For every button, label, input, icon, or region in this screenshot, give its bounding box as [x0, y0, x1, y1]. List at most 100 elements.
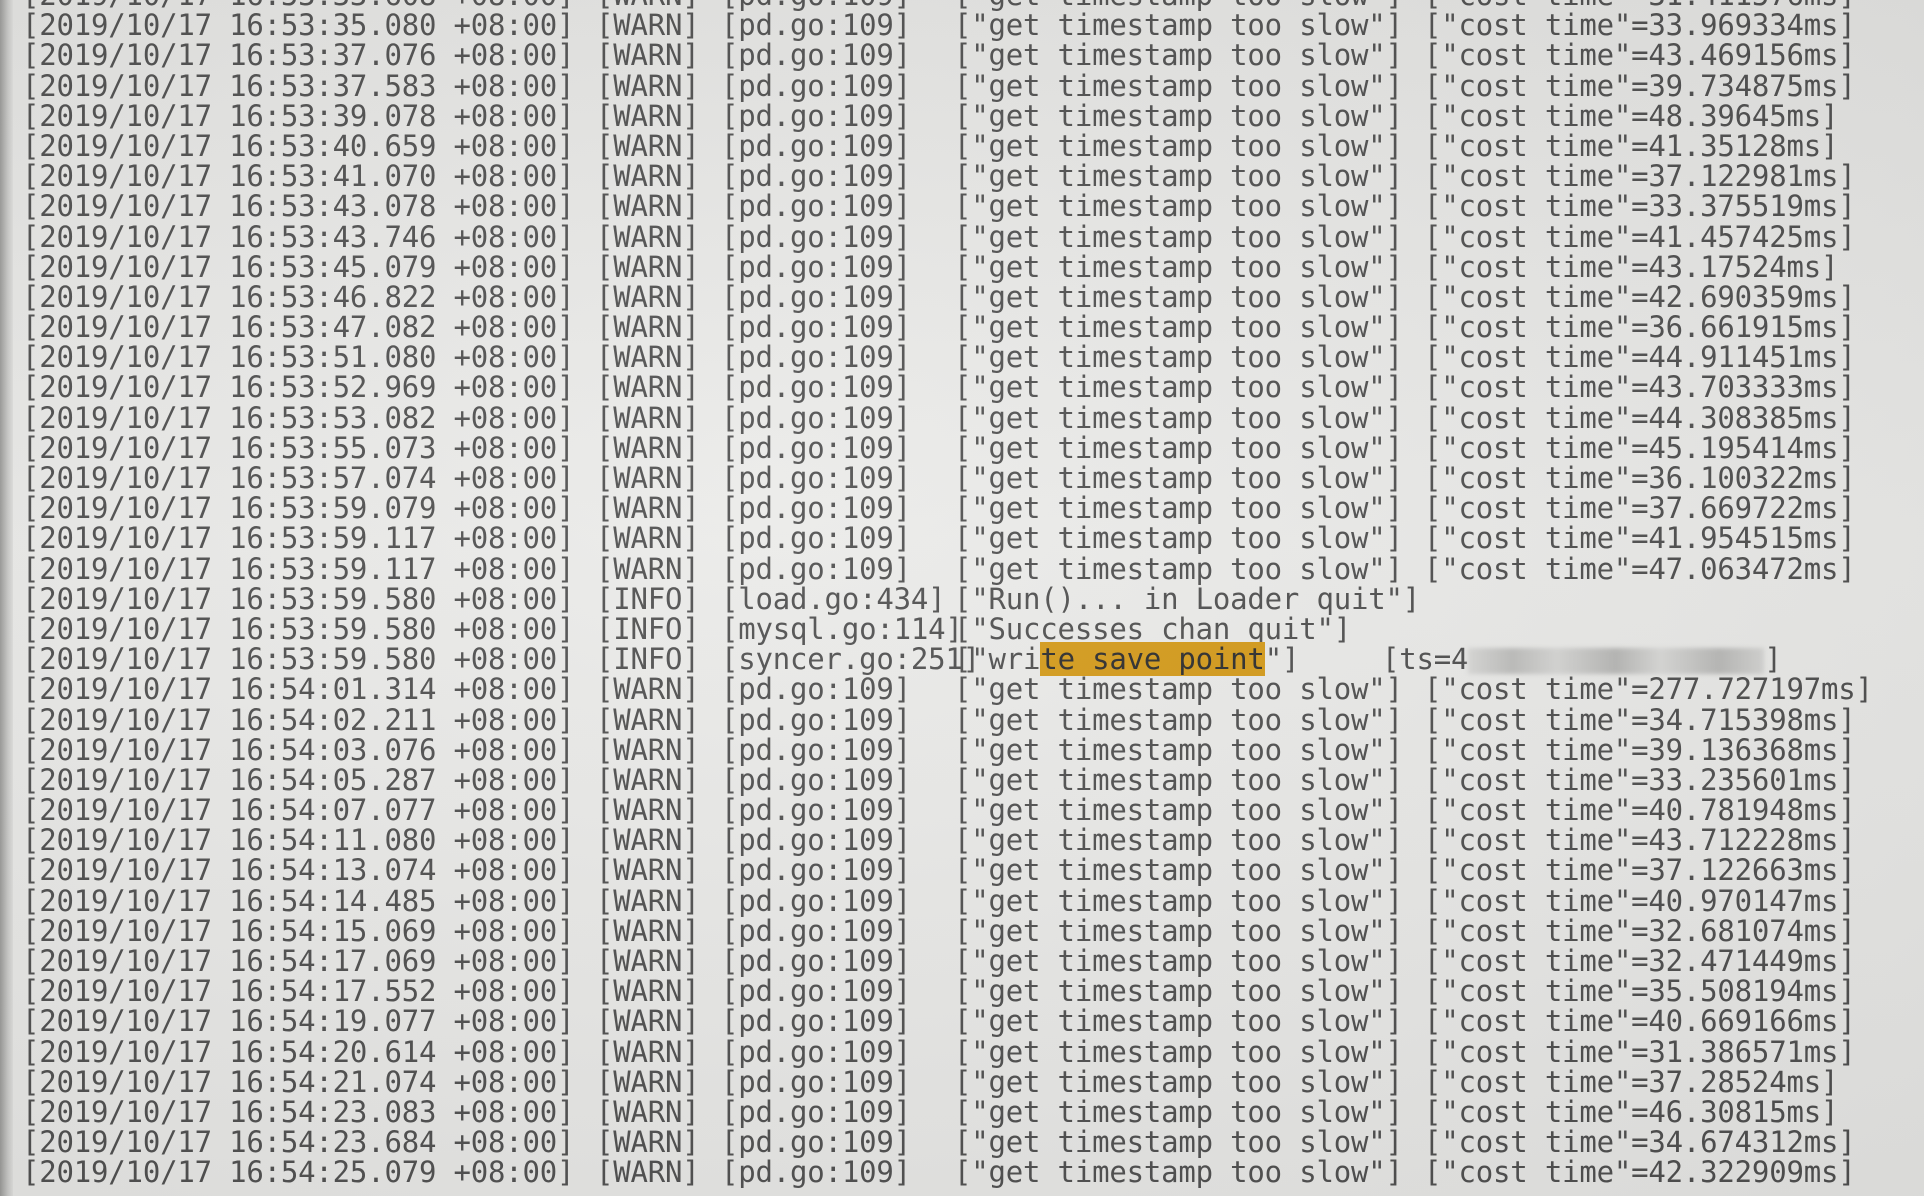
log-source: [pd.go:109] — [721, 1155, 911, 1190]
log-source: [pd.go:109] — [721, 974, 911, 1009]
log-line: [2019/10/17 16:54:03.076 +08:00] [WARN] [p… — [22, 732, 1922, 767]
log-line: [2019/10/17 16:53:41.070 +08:00] [WARN] [p… — [22, 161, 1922, 191]
log-source: [pd.go:109] — [721, 1125, 911, 1160]
log-source: [pd.go:109] — [721, 853, 911, 888]
log-source: [load.go:434] — [721, 581, 946, 616]
log-line: [2019/10/17 16:54:21.074 +08:00] [WARN] [p… — [22, 1067, 1922, 1097]
log-timestamp: [2019/10/17 16:53:45.079 +08:00] — [22, 249, 575, 284]
log-field: ["cost time"=46.30815ms] — [1424, 1094, 1839, 1129]
log-message: ["get timestamp too slow"] — [954, 672, 1403, 707]
log-field: ["cost time"=42.690359ms] — [1424, 279, 1856, 314]
log-source: [pd.go:109] — [721, 1064, 911, 1099]
log-level: [WARN] — [596, 702, 700, 737]
log-field: ["cost time"=36.100322ms] — [1424, 461, 1856, 495]
log-field: ["cost time"=32.681074ms] — [1424, 913, 1856, 948]
log-field: ["cost time"=41.35128ms] — [1424, 128, 1839, 163]
log-view[interactable]: [2019/10/17 16:53:33.608 +08:00][WARN][p… — [22, 0, 1922, 1188]
log-level: [WARN] — [596, 823, 700, 858]
log-line: [2019/10/17 16:53:43.746 +08:00] [WARN] [p… — [22, 219, 1922, 254]
log-level: [WARN] — [596, 762, 700, 797]
log-message: ["get timestamp too slow"] — [954, 430, 1403, 465]
log-timestamp: [2019/10/17 16:53:53.082 +08:00] — [22, 400, 575, 435]
log-line: [2019/10/17 16:54:25.079 +08:00] [WARN] [p… — [22, 1157, 1922, 1187]
log-source: [pd.go:109] — [721, 310, 911, 345]
log-message: ["get timestamp too slow"] — [954, 883, 1403, 918]
log-field: ["cost time"=36.661915ms] — [1424, 310, 1856, 345]
log-timestamp: [2019/10/17 16:54:07.077 +08:00] — [22, 793, 575, 828]
log-source: [pd.go:109] — [721, 219, 911, 254]
log-field: ["cost time"=43.703333ms] — [1424, 370, 1856, 405]
log-message: ["get timestamp too slow"] — [954, 521, 1403, 556]
log-field: ["cost time"=39.734875ms] — [1424, 68, 1856, 103]
log-message: ["get timestamp too slow"] — [954, 219, 1403, 254]
log-source: [pd.go:109] — [721, 672, 911, 707]
terminal-screen: [2019/10/17 16:53:33.608 +08:00][WARN][p… — [0, 0, 1924, 1196]
log-level: [WARN] — [596, 1094, 700, 1129]
log-message: ["get timestamp too slow"] — [954, 159, 1403, 194]
log-field: ["cost time"=37.122663ms] — [1424, 853, 1856, 888]
log-timestamp: [2019/10/17 16:54:02.211 +08:00] — [22, 702, 575, 737]
log-line: [2019/10/17 16:54:14.485 +08:00] [WARN] [p… — [22, 883, 1922, 918]
log-message: ["get timestamp too slow"] — [954, 974, 1403, 1009]
log-source: [pd.go:109] — [721, 913, 911, 948]
log-timestamp: [2019/10/17 16:53:35.080 +08:00] — [22, 8, 575, 43]
log-line: [2019/10/17 16:54:20.614 +08:00] [WARN] [p… — [22, 1034, 1922, 1069]
log-level: [WARN] — [596, 1155, 700, 1190]
log-message: ["get timestamp too slow"] — [954, 1004, 1403, 1039]
log-field-text: ] — [1764, 642, 1782, 677]
log-line: [2019/10/17 16:54:19.077 +08:00] [WARN] [p… — [22, 1006, 1922, 1036]
log-timestamp: [2019/10/17 16:53:37.076 +08:00] — [22, 38, 575, 73]
log-line: [2019/10/17 16:53:35.080 +08:00] [WARN] [p… — [22, 10, 1922, 40]
log-timestamp: [2019/10/17 16:53:59.079 +08:00] — [22, 491, 575, 526]
log-level: [WARN] — [596, 672, 700, 707]
log-line: [2019/10/17 16:54:17.552 +08:00] [WARN] [p… — [22, 976, 1922, 1006]
log-source: [pd.go:109] — [721, 189, 911, 224]
log-field: ["cost time"=37.669722ms] — [1424, 491, 1856, 526]
log-line: [2019/10/17 16:53:52.969 +08:00] [WARN] [p… — [22, 372, 1922, 402]
log-message: ["Run()... in Loader quit"] — [954, 581, 1421, 616]
log-field-text: [ts=4 — [1382, 642, 1469, 677]
log-field: ["cost time"=44.911451ms] — [1424, 340, 1856, 375]
log-line: [2019/10/17 16:53:46.822 +08:00] [WARN] [p… — [22, 282, 1922, 312]
log-level: [WARN] — [596, 249, 700, 284]
log-timestamp: [2019/10/17 16:53:47.082 +08:00] — [22, 310, 575, 345]
log-field: ["cost time"=37.122981ms] — [1424, 159, 1856, 194]
log-source: [pd.go:109] — [721, 823, 911, 858]
log-field: ["cost time"=277.727197ms] — [1424, 672, 1873, 707]
log-field: ["cost time"=48.39645ms] — [1424, 98, 1839, 133]
log-level: [WARN] — [596, 98, 700, 133]
log-line: [2019/10/17 16:53:59.117 +08:00] [WARN] [p… — [22, 523, 1922, 553]
log-message: ["get timestamp too slow"] — [954, 370, 1403, 405]
log-source: [pd.go:109] — [721, 793, 911, 828]
log-level: [WARN] — [596, 340, 700, 375]
log-message: ["get timestamp too slow"] — [954, 98, 1403, 133]
log-timestamp: [2019/10/17 16:54:17.552 +08:00] — [22, 974, 575, 1009]
log-timestamp: [2019/10/17 16:54:23.083 +08:00] — [22, 1094, 575, 1129]
log-message: ["write save point"] — [954, 642, 1299, 677]
log-timestamp: [2019/10/17 16:54:23.684 +08:00] — [22, 1125, 575, 1160]
log-message: ["get timestamp too slow"] — [954, 823, 1403, 858]
log-message: ["get timestamp too slow"] — [954, 732, 1403, 767]
log-source: [syncer.go:251] — [721, 642, 980, 677]
log-line: [2019/10/17 16:53:57.074 +08:00] [WARN] [p… — [22, 463, 1922, 493]
log-source: [mysql.go:114] — [721, 611, 963, 646]
log-level: [WARN] — [596, 793, 700, 828]
log-timestamp: [2019/10/17 16:53:59.580 +08:00] — [22, 611, 575, 646]
log-level: [WARN] — [596, 551, 700, 586]
log-line: [2019/10/17 16:54:23.083 +08:00] [WARN] [p… — [22, 1097, 1922, 1127]
log-field: ["cost time"=44.308385ms] — [1424, 400, 1856, 435]
log-level: [WARN] — [596, 913, 700, 948]
log-line: [2019/10/17 16:53:39.078 +08:00] [WARN] [p… — [22, 101, 1922, 131]
log-source: [pd.go:109] — [721, 340, 911, 375]
log-message-text: ["wri — [954, 642, 1041, 677]
log-message: ["get timestamp too slow"] — [954, 1125, 1403, 1160]
log-field: ["cost time"=37.28524ms] — [1424, 1064, 1839, 1099]
log-line: [2019/10/17 16:53:37.583 +08:00] [WARN] [p… — [22, 68, 1922, 103]
log-message: ["get timestamp too slow"] — [954, 461, 1403, 495]
log-message: ["get timestamp too slow"] — [954, 762, 1403, 797]
log-level: [INFO] — [596, 642, 700, 677]
log-level: [WARN] — [596, 1034, 700, 1069]
log-source: [pd.go:109] — [721, 461, 911, 495]
log-line: [2019/10/17 16:54:23.684 +08:00] [WARN] [p… — [22, 1127, 1922, 1157]
log-line: [2019/10/17 16:53:51.080 +08:00] [WARN] [p… — [22, 342, 1922, 372]
